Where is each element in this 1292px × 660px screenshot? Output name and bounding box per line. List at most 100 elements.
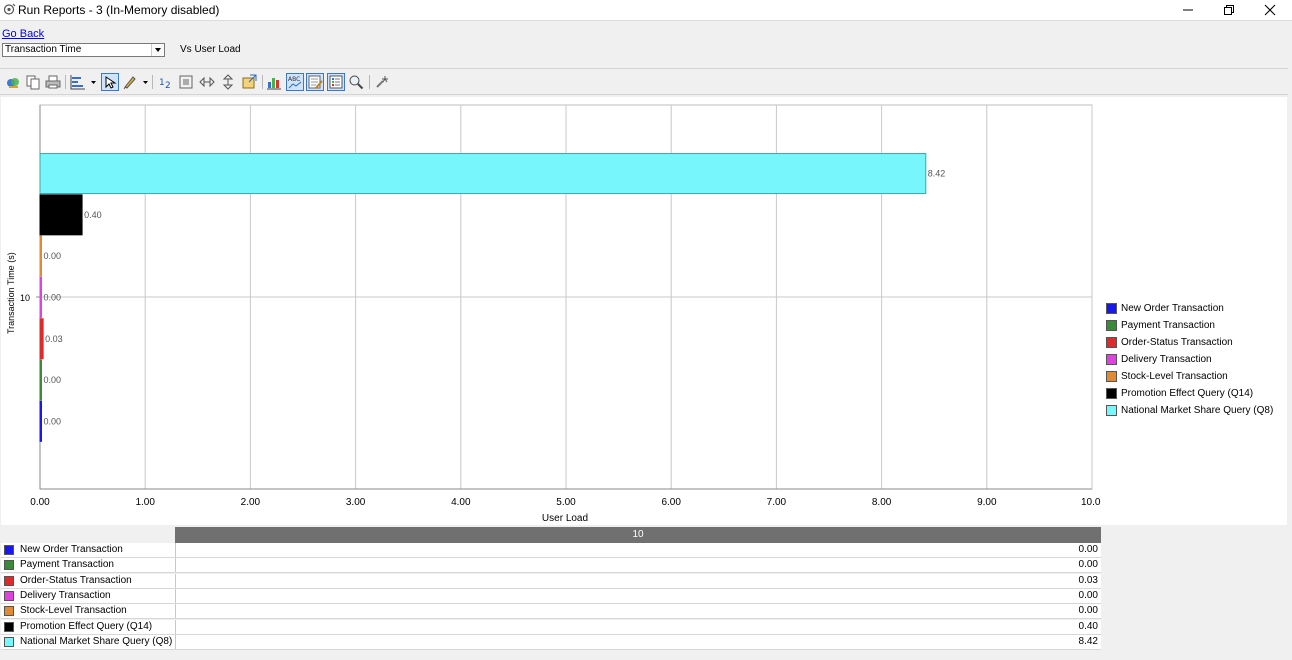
y-tick-label: 10 xyxy=(20,293,31,303)
x-tick-label: 2.00 xyxy=(240,497,261,508)
table-swatch xyxy=(4,621,14,632)
legend-swatch xyxy=(1106,354,1117,365)
legend-swatch xyxy=(1106,303,1117,314)
table-cell: 0.00 xyxy=(175,604,1101,619)
table-series-name: National Market Share Query (Q8) xyxy=(20,635,173,647)
table-header: 10 xyxy=(175,527,1101,543)
table-value: 0.03 xyxy=(1078,574,1098,586)
legend-swatch xyxy=(1106,337,1117,348)
toolbar-separator xyxy=(369,75,370,89)
dropdown-button[interactable] xyxy=(151,44,164,56)
legend-icon xyxy=(329,75,343,89)
rotate-vertical-button[interactable] xyxy=(220,74,236,90)
x-tick-label: 10.00 xyxy=(1081,497,1101,508)
legend-button[interactable] xyxy=(327,73,345,91)
gallery-button[interactable] xyxy=(266,74,282,90)
data-labels-button[interactable]: ABC xyxy=(286,73,304,91)
format-icon xyxy=(123,76,136,90)
export-button[interactable] xyxy=(241,74,257,90)
table-swatch xyxy=(4,545,14,555)
legend-swatch xyxy=(1106,405,1117,416)
table-cell: 0.00 xyxy=(175,588,1101,603)
table-value: 0.00 xyxy=(1078,544,1098,555)
fit-button[interactable] xyxy=(178,74,194,90)
x-tick-label: 9.00 xyxy=(977,497,997,508)
tools-button[interactable] xyxy=(374,74,390,90)
data-label: 0.03 xyxy=(45,334,63,344)
close-button[interactable] xyxy=(1250,0,1290,20)
zoom-button[interactable] xyxy=(348,74,364,90)
minimize-icon xyxy=(1183,9,1193,11)
edit-button[interactable] xyxy=(306,73,324,91)
chevron-down-icon[interactable] xyxy=(143,81,148,84)
data-editor-button[interactable]: 12 xyxy=(158,74,174,91)
table-row: Delivery Transaction 0.00 xyxy=(1,588,1101,604)
svg-text:1: 1 xyxy=(159,78,165,88)
selection-arrow-button[interactable] xyxy=(101,73,119,91)
table-series-name: Payment Transaction xyxy=(20,559,114,571)
metric-select-value: Transaction Time xyxy=(5,44,82,55)
table-series-name: Promotion Effect Query (Q14) xyxy=(20,620,153,632)
gallery-icon xyxy=(267,78,281,90)
rotate-horizontal-icon xyxy=(199,76,215,88)
table-value: 0.00 xyxy=(1078,589,1098,601)
chart-type-icon xyxy=(70,75,85,90)
legend-label: Payment Transaction xyxy=(1121,320,1215,331)
legend-label: Stock-Level Transaction xyxy=(1121,371,1228,382)
close-icon xyxy=(1264,4,1276,16)
table-swatch xyxy=(4,560,14,571)
print-button[interactable] xyxy=(45,74,61,90)
x-tick-label: 0.00 xyxy=(30,497,50,508)
chart-toolbar: 12 ABC xyxy=(0,71,1288,93)
selection-arrow-icon xyxy=(105,76,117,89)
toolbar-top-divider xyxy=(0,68,1288,69)
x-tick-label: 3.00 xyxy=(345,497,366,508)
x-tick-label: 7.00 xyxy=(766,497,787,508)
chart-area: 0.00 0.00 0.03 0.00 0.00 0.40 8.42 xyxy=(1,97,1287,525)
svg-text:2: 2 xyxy=(165,81,171,90)
legend-swatch xyxy=(1106,320,1117,331)
data-label: 0.40 xyxy=(84,210,102,220)
legend-label: Order-Status Transaction xyxy=(1121,337,1233,348)
toolbar-bottom-divider xyxy=(0,94,1288,95)
table-cell: 8.42 xyxy=(175,634,1101,649)
maximize-icon xyxy=(1224,5,1234,15)
table-swatch xyxy=(4,575,14,586)
vs-user-load-label: Vs User Load xyxy=(180,44,241,55)
metric-select[interactable]: Transaction Time xyxy=(2,43,165,57)
table-cell: 0.03 xyxy=(175,573,1101,588)
tools-icon xyxy=(376,76,388,88)
data-label: 0.00 xyxy=(44,292,62,302)
chart-wizard-icon xyxy=(7,78,19,88)
bar xyxy=(39,194,83,236)
go-back-link[interactable]: Go Back xyxy=(2,28,44,41)
bar xyxy=(39,153,927,195)
table-row: Payment Transaction 0.00 xyxy=(1,558,1101,574)
table-swatch xyxy=(4,606,14,617)
bar xyxy=(39,359,42,401)
chart-plot: 0.00 0.00 0.03 0.00 0.00 0.40 8.42 xyxy=(36,104,1093,490)
table-value: 0.00 xyxy=(1078,559,1098,571)
x-tick-label: 8.00 xyxy=(871,497,892,508)
table-row: Order-Status Transaction 0.03 xyxy=(1,573,1101,589)
table-series-name: Delivery Transaction xyxy=(20,589,111,601)
toolbar-separator xyxy=(65,75,66,89)
minimize-button[interactable] xyxy=(1168,0,1208,20)
data-label: 0.00 xyxy=(44,416,62,426)
table-cell: 0.00 xyxy=(175,543,1101,557)
bar xyxy=(39,400,42,442)
chart-type-button[interactable] xyxy=(70,74,86,90)
chevron-down-icon[interactable] xyxy=(91,81,96,84)
data-label: 0.00 xyxy=(44,251,62,261)
table-row: Stock-Level Transaction 0.00 xyxy=(1,604,1101,620)
data-editor-icon: 12 xyxy=(159,78,171,91)
chart-wizard-button[interactable] xyxy=(5,74,21,90)
data-labels-icon: ABC xyxy=(288,76,302,89)
rotate-horizontal-button[interactable] xyxy=(199,74,215,90)
x-tick-label: 1.00 xyxy=(135,497,155,508)
toolbar-separator xyxy=(262,75,263,89)
title-separator xyxy=(0,20,1292,21)
format-button[interactable] xyxy=(122,74,138,90)
maximize-button[interactable] xyxy=(1209,0,1249,20)
copy-button[interactable] xyxy=(25,74,41,90)
